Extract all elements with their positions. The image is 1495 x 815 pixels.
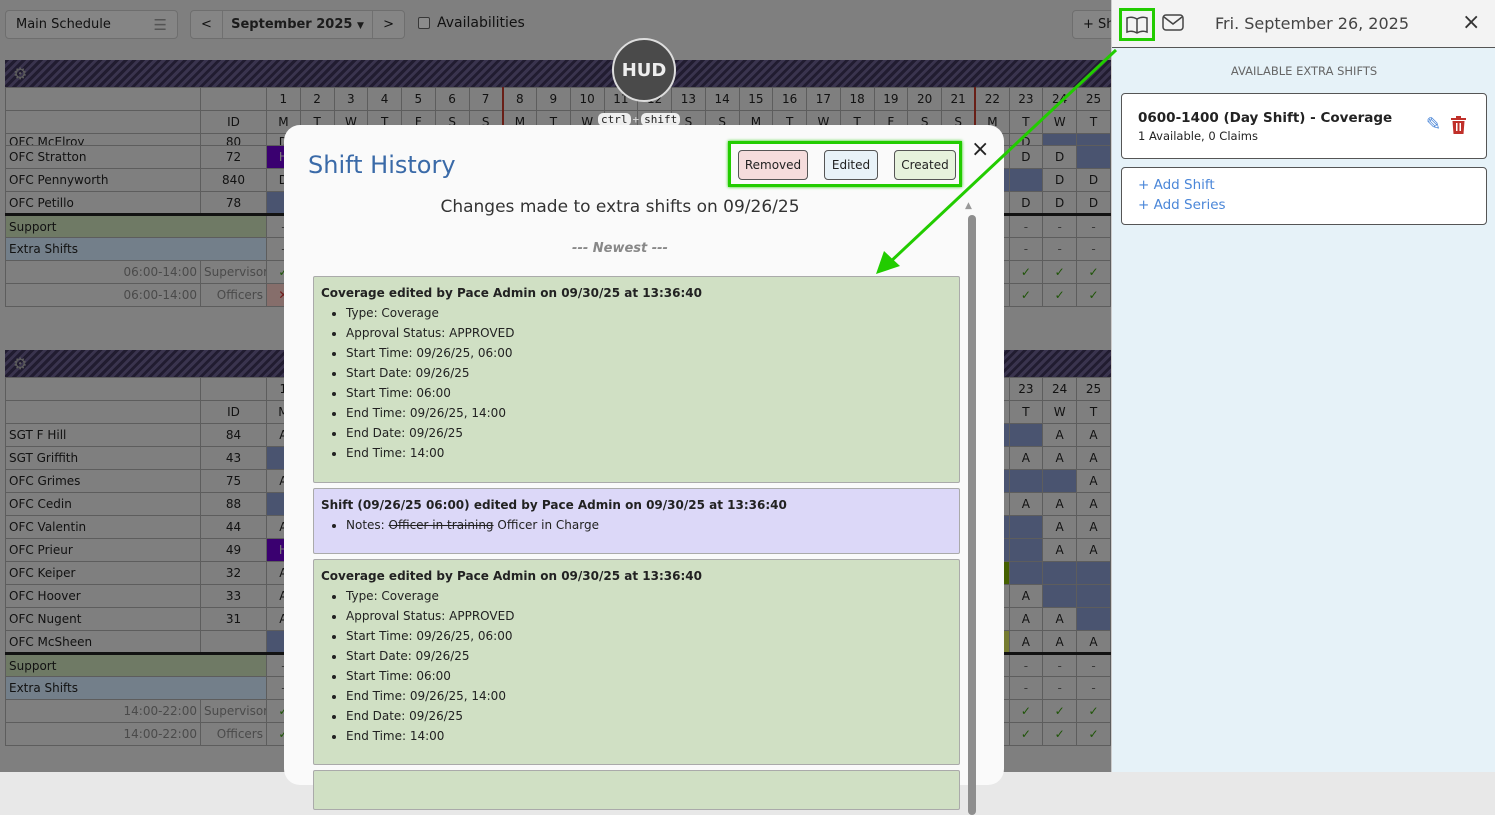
- shift-subtitle: 1 Available, 0 Claims: [1138, 129, 1258, 143]
- entry-change: End Time: 09/26/25, 14:00: [346, 686, 952, 706]
- extra-shift-card[interactable]: 0600-1400 (Day Shift) - Coverage 1 Avail…: [1121, 93, 1487, 159]
- entry-change: Start Time: 09/26/25, 06:00: [346, 626, 952, 646]
- edit-pencil-icon[interactable]: ✎: [1426, 114, 1441, 135]
- history-entry-partial: [313, 770, 960, 810]
- history-entry-created: Coverage edited by Pace Admin on 09/30/2…: [313, 276, 960, 483]
- old-value: Officer in training: [388, 518, 494, 532]
- entry-change: End Time: 14:00: [346, 443, 952, 463]
- entry-change: Type: Coverage: [346, 586, 952, 606]
- close-panel-button[interactable]: ×: [1462, 10, 1480, 35]
- entry-title: Shift (09/26/25 06:00) edited by Pace Ad…: [321, 498, 787, 512]
- legend-edited[interactable]: Edited: [824, 150, 878, 180]
- modal-heading: Changes made to extra shifts on 09/26/25: [440, 197, 800, 217]
- add-shift-link[interactable]: + Add Shift: [1138, 177, 1215, 193]
- scrollbar-thumb[interactable]: [968, 215, 976, 815]
- entry-change: End Time: 14:00: [346, 726, 952, 746]
- new-value: Officer in Charge: [497, 518, 599, 532]
- shift-history-modal: Shift History Removed Edited Created × C…: [284, 125, 1004, 815]
- entry-changes: Type: CoverageApproval Status: APPROVEDS…: [346, 586, 952, 746]
- newest-marker: --- Newest ---: [572, 241, 668, 256]
- mail-icon[interactable]: [1162, 14, 1184, 34]
- entry-title: Coverage edited by Pace Admin on 09/30/2…: [321, 569, 702, 583]
- entry-changes: Type: CoverageApproval Status: APPROVEDS…: [346, 303, 952, 463]
- legend-removed[interactable]: Removed: [738, 150, 808, 180]
- hud-button[interactable]: HUD: [612, 38, 676, 102]
- history-entry-created: Coverage edited by Pace Admin on 09/30/2…: [313, 559, 960, 765]
- day-detail-panel: Fri. September 26, 2025 × AVAILABLE EXTR…: [1111, 0, 1495, 772]
- entry-change-notes: Notes: Officer in training Officer in Ch…: [346, 515, 952, 535]
- entry-change: Approval Status: APPROVED: [346, 323, 952, 343]
- entry-change: End Date: 09/26/25: [346, 423, 952, 443]
- add-series-link[interactable]: + Add Series: [1138, 197, 1226, 213]
- notes-label: Notes:: [346, 518, 385, 532]
- panel-date: Fri. September 26, 2025: [1215, 14, 1410, 33]
- entry-change: Start Time: 06:00: [346, 383, 952, 403]
- scroll-up-arrow[interactable]: ▲: [965, 201, 972, 211]
- entry-change: Approval Status: APPROVED: [346, 606, 952, 626]
- book-icon[interactable]: [1119, 8, 1155, 41]
- add-card: + Add Shift + Add Series: [1121, 167, 1487, 225]
- entry-change: End Time: 09/26/25, 14:00: [346, 403, 952, 423]
- entry-change: Type: Coverage: [346, 303, 952, 323]
- entry-change: Start Date: 09/26/25: [346, 646, 952, 666]
- entry-title: Coverage edited by Pace Admin on 09/30/2…: [321, 286, 702, 300]
- entry-change: End Date: 09/26/25: [346, 706, 952, 726]
- history-entry-edited: Shift (09/26/25 06:00) edited by Pace Ad…: [313, 488, 960, 554]
- entry-change: Start Date: 09/26/25: [346, 363, 952, 383]
- entry-change: Start Time: 09/26/25, 06:00: [346, 343, 952, 363]
- close-modal-button[interactable]: ×: [971, 137, 989, 162]
- trash-icon[interactable]: [1451, 116, 1466, 137]
- entry-change: Start Time: 06:00: [346, 666, 952, 686]
- modal-title: Shift History: [308, 151, 456, 179]
- legend-created[interactable]: Created: [894, 150, 956, 180]
- section-title: AVAILABLE EXTRA SHIFTS: [1230, 64, 1378, 78]
- shift-title: 0600-1400 (Day Shift) - Coverage: [1138, 110, 1393, 126]
